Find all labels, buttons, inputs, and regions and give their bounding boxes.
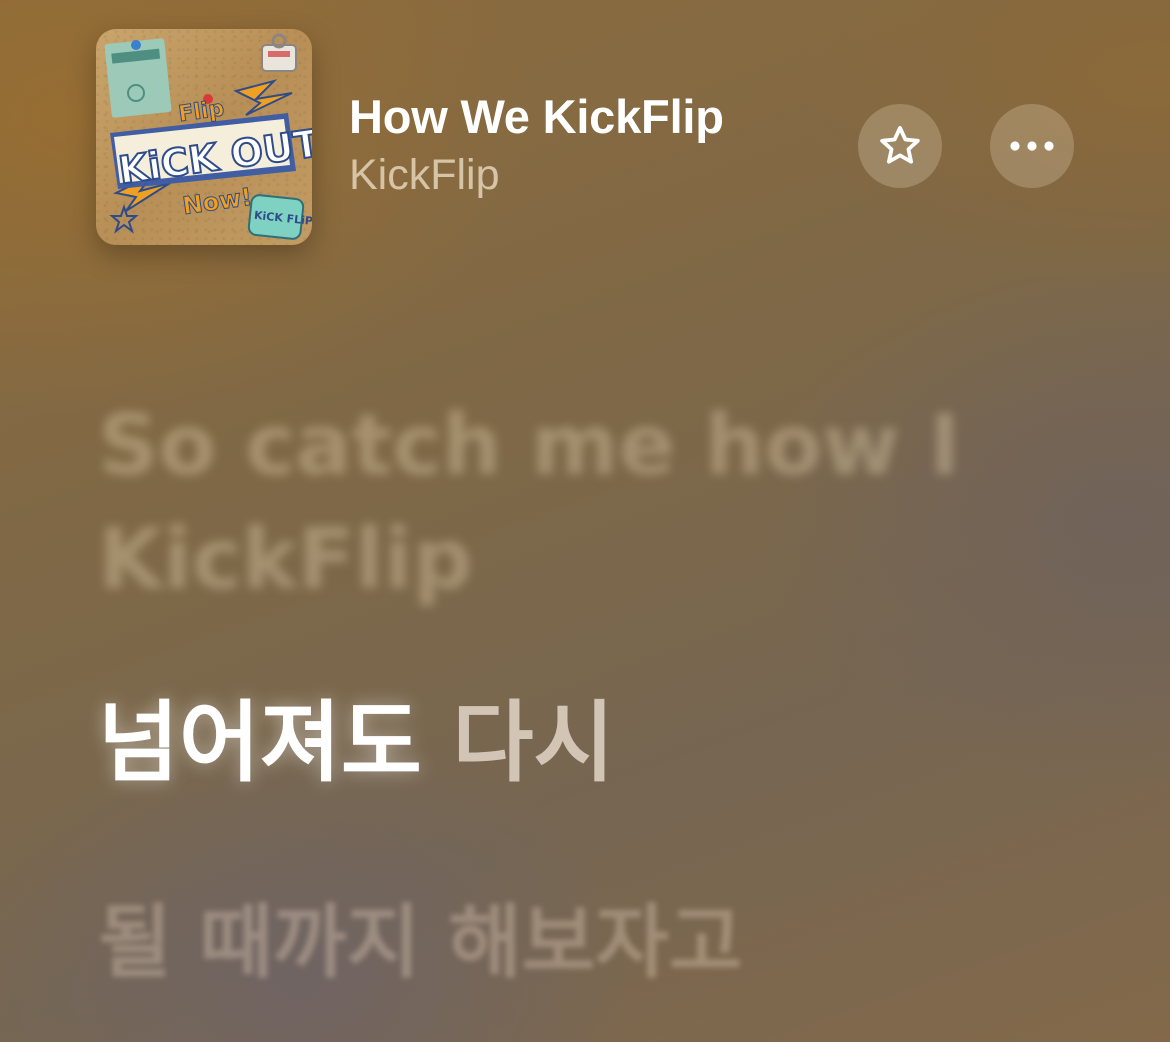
track-artist[interactable]: KickFlip <box>349 151 500 200</box>
lyric-line-current[interactable]: 넘어져도 다시 <box>98 688 614 798</box>
lyric-line-next[interactable]: 될 때까지 해보자고 <box>98 888 743 998</box>
album-artwork[interactable]: Flip KiCK OUT, Now! KiCK FLiP <box>96 29 312 245</box>
lyric-current-upcoming: 다시 <box>452 691 615 794</box>
more-options-button[interactable] <box>990 104 1074 188</box>
star-outline-icon <box>880 126 920 164</box>
ellipsis-icon <box>1010 141 1054 151</box>
album-artwork-graphic: Flip KiCK OUT, Now! KiCK FLiP <box>104 33 312 240</box>
favorite-button[interactable] <box>858 104 942 188</box>
now-playing-header: Flip KiCK OUT, Now! KiCK FLiP How We Kic… <box>96 29 1076 245</box>
lyric-line-previous[interactable]: So catch me how I KickFlip <box>98 388 978 616</box>
lyric-current-sung: 넘어져도 <box>98 691 422 794</box>
track-title: How We KickFlip <box>349 90 724 143</box>
artwork-now-text: Now! <box>181 183 254 220</box>
